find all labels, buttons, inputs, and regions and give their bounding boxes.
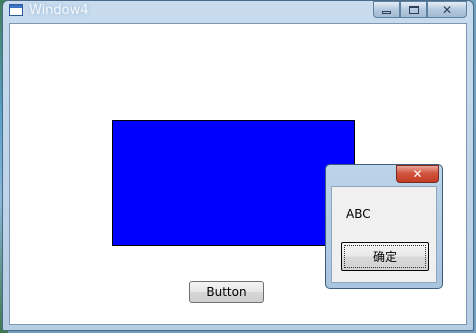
main-button[interactable]: Button	[189, 281, 264, 303]
dialog-close-button[interactable]: ✕	[396, 165, 439, 183]
message-text: ABC	[346, 207, 371, 221]
title-bar[interactable]: Window4 ✕	[3, 1, 473, 23]
message-box-body: ABC 确定	[331, 186, 437, 283]
window-icon	[9, 4, 23, 16]
window-controls: ✕	[373, 1, 467, 19]
window-title: Window4	[29, 3, 89, 18]
message-box: ✕ ABC 确定	[325, 164, 443, 289]
ok-button[interactable]: 确定	[341, 242, 429, 271]
close-button[interactable]: ✕	[427, 1, 467, 18]
maximize-button[interactable]	[400, 1, 427, 18]
close-icon: ✕	[441, 2, 453, 17]
maximize-icon	[408, 5, 419, 14]
close-icon: ✕	[412, 167, 423, 181]
minimize-button[interactable]	[373, 1, 400, 18]
blue-rectangle	[112, 120, 355, 246]
minimize-icon	[382, 10, 391, 14]
